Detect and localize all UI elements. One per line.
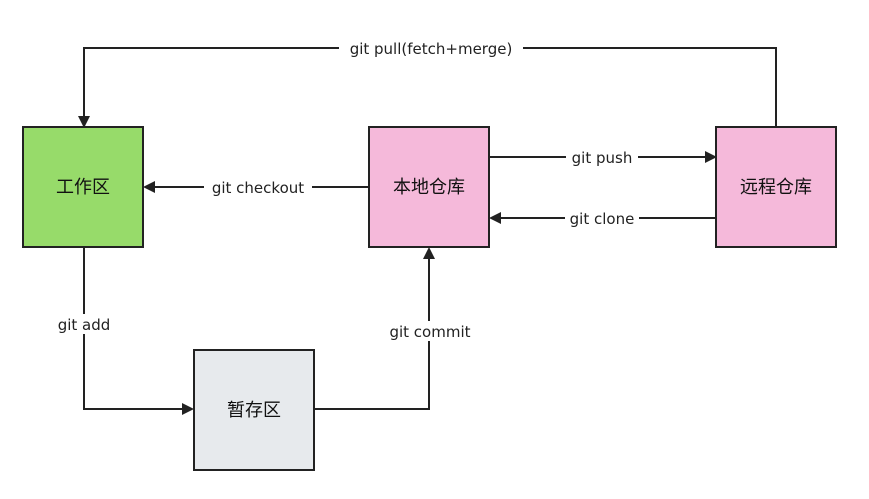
edge-checkout: git checkout	[143, 177, 370, 197]
node-staging-area: 暂存区	[193, 349, 315, 471]
edge-label-commit: git commit	[389, 323, 470, 341]
node-remote-repo: 远程仓库	[715, 126, 837, 248]
local-repo-label: 本地仓库	[393, 177, 465, 198]
edge-pull: git pull(fetch+merge)	[78, 38, 777, 128]
node-local-repo: 本地仓库	[368, 126, 490, 248]
remote-repo-label: 远程仓库	[740, 177, 812, 198]
edge-push: git push	[490, 147, 717, 167]
edge-label-clone: git clone	[570, 210, 635, 228]
working-dir-label: 工作区	[56, 177, 110, 198]
edge-add: git add	[52, 248, 194, 415]
edge-label-push: git push	[572, 149, 633, 167]
staging-area-label: 暂存区	[227, 400, 281, 421]
edge-commit: git commit	[315, 247, 476, 410]
node-working-dir: 工作区	[22, 126, 144, 248]
git-workflow-diagram: git pull(fetch+merge) git checkout git p…	[22, 38, 837, 471]
edge-label-add: git add	[58, 316, 111, 334]
edge-clone: git clone	[489, 208, 716, 228]
edge-label-checkout: git checkout	[212, 179, 304, 197]
edge-label-pull: git pull(fetch+merge)	[350, 40, 513, 58]
